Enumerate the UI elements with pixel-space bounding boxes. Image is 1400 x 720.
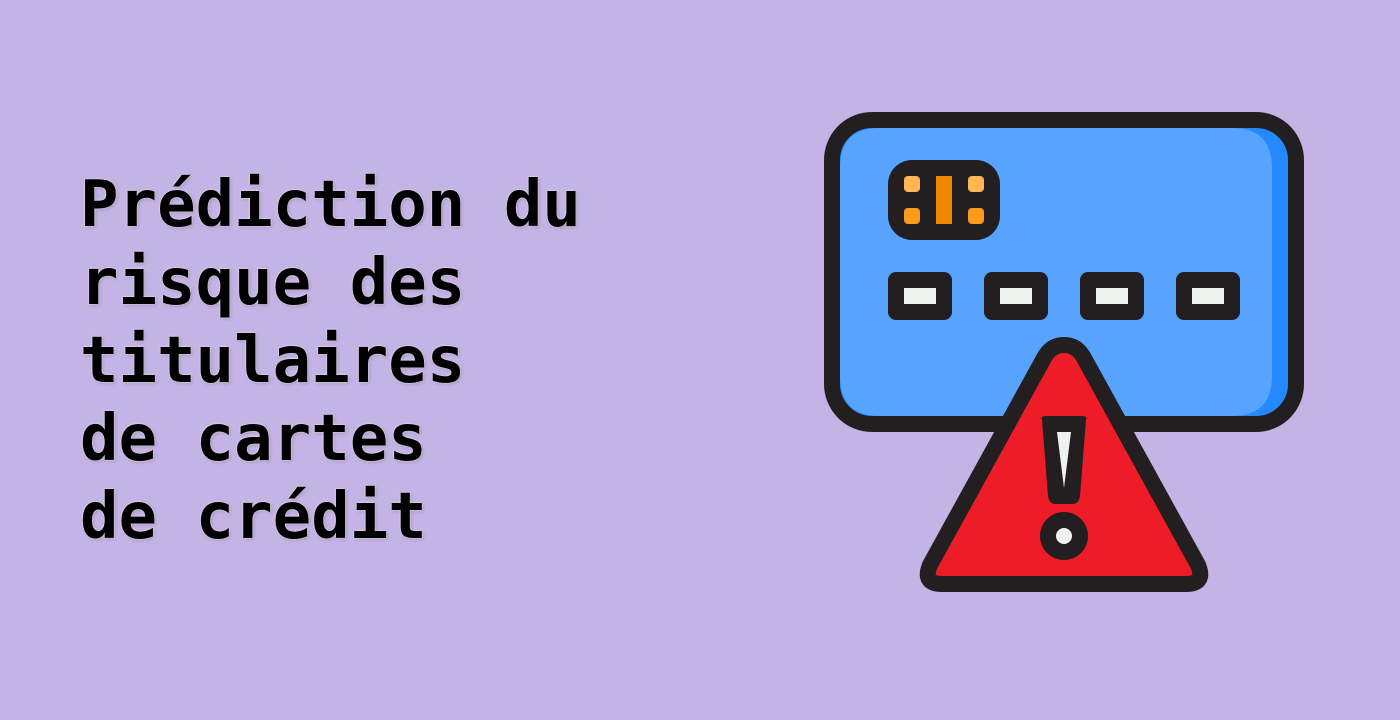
credit-card-warning-icon (824, 112, 1304, 592)
chip-icon (888, 160, 1000, 240)
